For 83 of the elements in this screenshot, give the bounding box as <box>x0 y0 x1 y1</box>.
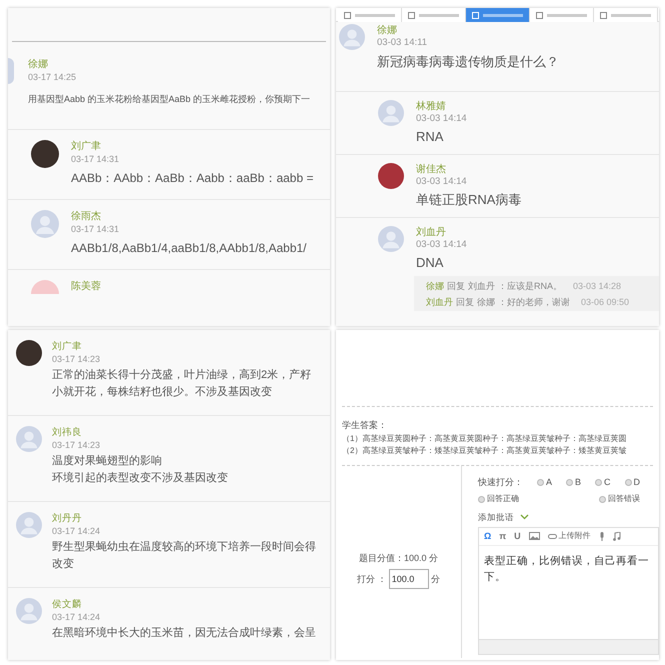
tab[interactable] <box>466 8 530 22</box>
timestamp: 03-03 14:28 <box>573 280 622 294</box>
tab[interactable] <box>402 8 466 22</box>
reply-text: 野生型果蝇幼虫在温度较高的环境下培养一段时间会得 改变 <box>52 540 316 572</box>
author-name[interactable]: 刘血丹 <box>426 296 453 310</box>
reply-text: AABb1/8,AaBb1/4,aaBb1/8,AAbb1/8,Aabb1/ <box>71 240 307 256</box>
default-avatar-icon <box>378 226 404 252</box>
tab[interactable] <box>338 8 402 22</box>
reply-label: 回复 <box>456 296 474 310</box>
radio-option[interactable]: 回答错误 <box>599 493 640 505</box>
answer-label: 学生答案： <box>342 419 388 432</box>
default-avatar-icon <box>16 426 42 452</box>
sub-reply-text: ：好的老师，谢谢 <box>498 296 570 310</box>
default-avatar-icon <box>16 598 42 624</box>
timestamp: 03-06 09:50 <box>581 296 630 310</box>
timestamp: 03-17 14:25 <box>28 71 76 83</box>
quick-score-label: 快速打分： <box>478 476 523 488</box>
author-name[interactable]: 侯文麟 <box>52 598 82 611</box>
reply-text: 温度对果蝇翅型的影响 环境引起的表型改变不涉及基因改变 <box>52 454 228 486</box>
answer-text: （1）高茎绿豆荚圆种子：高茎黄豆荚圆种子：高茎绿豆荚皱种子：高茎绿豆荚圆 <box>342 432 626 444</box>
author-name[interactable]: 刘祎良 <box>52 426 82 439</box>
author-name[interactable]: 徐娜 <box>28 58 48 71</box>
toolbar-button[interactable]: Ω <box>484 530 492 543</box>
reply-text: 单链正股RNA病毒 <box>416 191 522 209</box>
reply-text: RNA <box>416 128 444 146</box>
link-icon <box>548 534 557 539</box>
toolbar-button[interactable]: U <box>514 530 521 543</box>
author-name[interactable]: 刘丹丹 <box>52 512 82 525</box>
score-input[interactable]: 100.0 <box>388 569 429 590</box>
timestamp: 03-17 14:24 <box>52 611 100 623</box>
timestamp: 03-17 14:31 <box>71 152 120 164</box>
timestamp: 03-03 14:14 <box>416 239 467 251</box>
author-name[interactable]: 徐雨杰 <box>71 210 101 222</box>
answer-text: （2）高茎绿豆荚皱种子：矮茎绿豆荚皱种子：高茎黄豆荚皱种子：矮茎黄豆荚皱 <box>342 444 626 456</box>
radio-option[interactable]: B <box>566 476 582 489</box>
comment-label: 添加批语 <box>478 511 514 524</box>
radio-option[interactable]: A <box>537 476 552 489</box>
default-avatar-icon <box>339 24 365 50</box>
reply-label: 回复 <box>447 280 465 294</box>
default-avatar-icon <box>16 512 42 538</box>
timestamp: 03-03 14:14 <box>416 176 467 188</box>
timestamp: 03-17 14:31 <box>71 222 120 234</box>
timestamp: 03-17 14:23 <box>52 439 100 451</box>
image-icon[interactable] <box>528 532 540 540</box>
author-name[interactable]: 刘广聿 <box>52 340 82 353</box>
sub-reply-text: ：应该是RNA。 <box>498 280 562 294</box>
radio-option[interactable]: D <box>624 476 640 489</box>
chevron-down-icon[interactable] <box>520 514 529 520</box>
timestamp: 03-17 14:24 <box>52 525 100 537</box>
timestamp: 03-03 14:11 <box>377 37 428 49</box>
post-text: 用基因型Aabb 的玉米花粉给基因型AaBb 的玉米雌花授粉，你预期下一 <box>28 93 310 106</box>
tab[interactable] <box>530 8 594 22</box>
author-name[interactable]: 谢佳杰 <box>416 163 446 176</box>
editor[interactable]: Ω π U 上传附件 表型正确，比例错误，自己再看一下。 <box>478 526 659 655</box>
comment-text: 表型正确，比例错误，自己再看一下。 <box>483 554 650 584</box>
microphone-icon[interactable] <box>598 532 605 541</box>
score-label: 打分 ： <box>357 572 387 586</box>
reply-text: AABb：AAbb：AaBb：Aabb：aaBb：aabb = <box>71 170 314 186</box>
music-note-icon[interactable] <box>612 532 621 541</box>
radio-option[interactable]: C <box>595 476 611 489</box>
tab[interactable] <box>594 8 658 22</box>
avatar-icon <box>8 58 14 84</box>
author-name[interactable]: 刘血丹 <box>416 226 446 239</box>
attach-button[interactable]: 上传附件 <box>548 530 591 542</box>
default-avatar-icon <box>31 210 59 238</box>
author-name[interactable]: 林雅婧 <box>416 100 446 113</box>
author-name[interactable]: 徐娜 <box>426 280 444 294</box>
author-name[interactable]: 陈美蓉 <box>71 280 101 292</box>
default-avatar-icon <box>378 100 404 126</box>
author-name[interactable]: 刘血丹 <box>468 280 495 294</box>
reply-text: 在黑暗环境中长大的玉米苗，因无法合成叶绿素，会呈 <box>52 626 316 641</box>
author-name[interactable]: 徐娜 <box>377 24 397 37</box>
score-value: 题目分值：100.0 分 <box>358 552 438 565</box>
author-name[interactable]: 刘广聿 <box>71 140 101 152</box>
reply-text: 正常的油菜长得十分茂盛，叶片油绿，高到2米，产籽 小就开花，每株结籽也很少。不涉及基因改变 <box>52 368 312 400</box>
radio-option[interactable]: 回答正确 <box>478 493 519 505</box>
timestamp: 03-03 14:14 <box>416 113 467 125</box>
unit-label: 分 <box>430 572 440 586</box>
post-text: 新冠病毒病毒遗传物质是什么？ <box>377 53 559 71</box>
author-name[interactable]: 徐娜 <box>477 296 495 310</box>
timestamp: 03-17 14:23 <box>52 353 100 365</box>
reply-text: DNA <box>416 254 444 272</box>
toolbar-button[interactable]: π <box>499 530 506 543</box>
